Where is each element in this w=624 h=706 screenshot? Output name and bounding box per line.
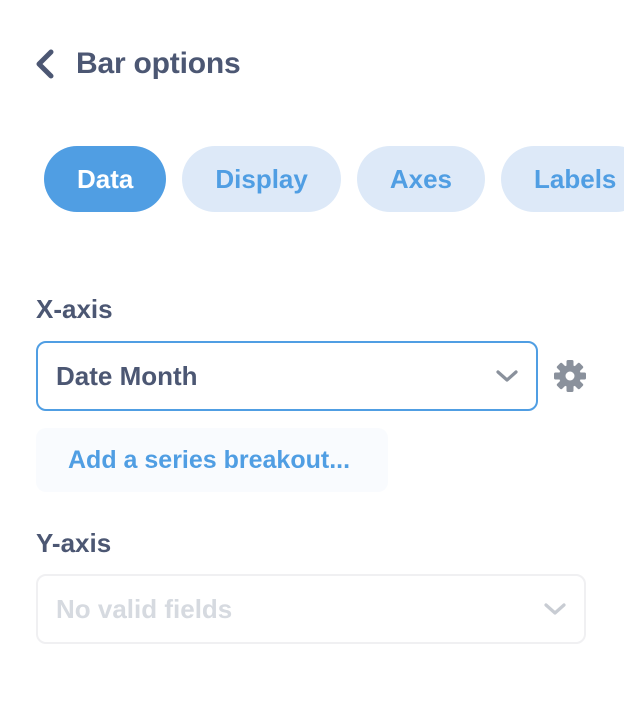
y-axis-label: Y-axis bbox=[36, 528, 112, 558]
x-axis-selected-value: Date Month bbox=[56, 360, 198, 391]
page-title: Bar options bbox=[76, 47, 241, 80]
bar-options-panel: Bar options Data Display Axes Labels X-a… bbox=[0, 0, 624, 706]
x-axis-label: X-axis bbox=[36, 294, 113, 324]
tab-bar: Data Display Axes Labels bbox=[44, 146, 624, 212]
chevron-left-icon bbox=[36, 49, 54, 79]
chevron-down-icon bbox=[542, 600, 568, 618]
x-axis-settings-button[interactable] bbox=[552, 358, 588, 394]
tab-labels[interactable]: Labels bbox=[501, 146, 624, 212]
y-axis-placeholder: No valid fields bbox=[56, 593, 233, 624]
chevron-down-icon bbox=[494, 367, 520, 385]
x-axis-select[interactable]: Date Month bbox=[36, 341, 538, 411]
tab-axes[interactable]: Axes bbox=[356, 146, 486, 212]
y-axis-select[interactable]: No valid fields bbox=[36, 574, 586, 644]
tab-display[interactable]: Display bbox=[182, 146, 341, 212]
back-button[interactable] bbox=[30, 44, 60, 84]
panel-header: Bar options bbox=[30, 44, 241, 84]
add-series-breakout-button[interactable]: Add a series breakout... bbox=[36, 428, 388, 492]
gear-icon bbox=[554, 360, 586, 392]
tab-data[interactable]: Data bbox=[44, 146, 167, 212]
